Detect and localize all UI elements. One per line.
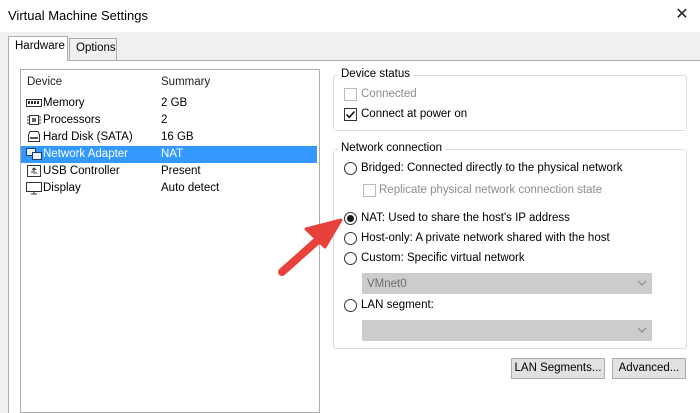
connect-at-power-on-label: Connect at power on <box>361 108 468 120</box>
replicate-checkbox[interactable] <box>363 184 376 197</box>
device-summary: Auto detect <box>161 182 220 194</box>
device-list: Device Summary Memory 2 GB Processors 2 … <box>20 69 320 413</box>
close-icon[interactable]: ✕ <box>670 4 694 26</box>
device-row-network-adapter[interactable]: Network Adapter NAT <box>21 146 317 163</box>
device-name: Hard Disk (SATA) <box>43 131 133 143</box>
device-status-group <box>333 75 687 131</box>
device-name: Memory <box>43 97 85 109</box>
device-summary: 16 GB <box>161 131 194 143</box>
device-summary: 2 <box>161 114 168 126</box>
device-name: Network Adapter <box>43 148 129 160</box>
device-row-display[interactable]: Display Auto detect <box>21 180 317 197</box>
bridged-radio[interactable] <box>344 162 357 175</box>
chevron-down-icon <box>637 278 647 291</box>
tab-hardware[interactable]: Hardware <box>8 36 68 61</box>
connect-at-power-on-checkbox[interactable] <box>344 108 357 121</box>
custom-network-value: VMnet0 <box>367 278 407 290</box>
hard-disk-icon <box>26 130 42 144</box>
lan-segment-radio[interactable] <box>344 299 357 312</box>
lan-segments-button[interactable]: LAN Segments... <box>511 358 605 379</box>
device-status-title: Device status <box>338 68 414 80</box>
display-icon <box>26 181 42 195</box>
connected-label: Connected <box>361 88 417 100</box>
advanced-button[interactable]: Advanced... <box>612 358 686 379</box>
host-only-label: Host-only: A private network shared with… <box>361 232 610 244</box>
device-row-usb-controller[interactable]: USB Controller Present <box>21 163 317 180</box>
device-summary: 2 GB <box>161 97 188 109</box>
column-header-summary[interactable]: Summary <box>161 76 210 88</box>
network-adapter-icon <box>26 147 42 161</box>
device-name: Processors <box>43 114 101 126</box>
tab-options[interactable]: Options <box>69 38 117 60</box>
network-connection-title: Network connection <box>338 142 445 154</box>
network-connection-group <box>333 149 687 349</box>
connected-checkbox[interactable] <box>344 88 357 101</box>
custom-label: Custom: Specific virtual network <box>361 252 525 264</box>
window-title: Virtual Machine Settings <box>8 8 148 23</box>
device-name: Display <box>43 182 81 194</box>
lan-segment-select[interactable] <box>362 320 652 341</box>
custom-radio[interactable] <box>344 252 357 265</box>
replicate-label: Replicate physical network connection st… <box>379 184 603 196</box>
lan-segment-label: LAN segment: <box>361 299 434 311</box>
title-bar: Virtual Machine Settings ✕ <box>0 0 700 32</box>
usb-icon <box>26 164 42 178</box>
chevron-down-icon <box>637 325 647 338</box>
nat-radio[interactable] <box>344 212 357 225</box>
processor-icon <box>26 113 42 127</box>
device-summary: Present <box>161 165 201 177</box>
checkmark-icon <box>345 110 356 119</box>
custom-network-select[interactable]: VMnet0 <box>362 273 652 294</box>
device-row-memory[interactable]: Memory 2 GB <box>21 95 317 112</box>
device-summary: NAT <box>161 148 184 160</box>
device-row-processors[interactable]: Processors 2 <box>21 112 317 129</box>
nat-label: NAT: Used to share the host's IP address <box>361 212 570 224</box>
bridged-label: Bridged: Connected directly to the physi… <box>361 162 623 174</box>
memory-icon <box>26 96 42 110</box>
column-header-device[interactable]: Device <box>27 76 62 88</box>
device-name: USB Controller <box>43 165 120 177</box>
device-row-hard-disk[interactable]: Hard Disk (SATA) 16 GB <box>21 129 317 146</box>
host-only-radio[interactable] <box>344 232 357 245</box>
